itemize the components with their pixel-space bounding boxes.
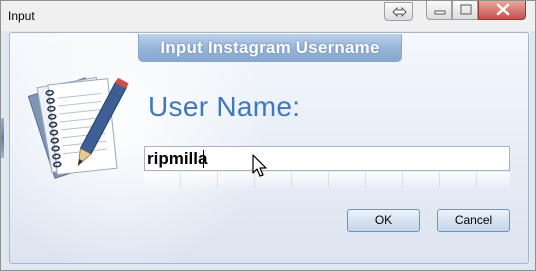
cancel-button[interactable]: Cancel <box>437 209 510 232</box>
ok-button[interactable]: OK <box>347 209 420 232</box>
title-bar[interactable]: Input <box>1 1 535 31</box>
dialog-header-tab: Input Instagram Username <box>138 34 402 62</box>
username-label: User Name: <box>148 91 301 122</box>
mouse-pointer-icon <box>252 154 267 177</box>
maximize-button[interactable] <box>452 1 478 20</box>
username-field[interactable] <box>144 146 510 171</box>
notepad-pencil-icon <box>27 76 129 179</box>
dialog-header: Input Instagram Username <box>160 38 380 57</box>
text-caret <box>203 150 204 168</box>
double-arrow-icon <box>392 6 407 18</box>
window-edge-accent <box>1 118 4 158</box>
window-title: Input <box>8 9 35 23</box>
maximize-icon <box>460 4 472 15</box>
minimize-button[interactable] <box>426 1 452 20</box>
close-icon <box>496 3 510 16</box>
minimize-icon <box>434 10 446 15</box>
username-input[interactable] <box>147 148 505 169</box>
input-window: Input Input Instagram Username User Name… <box>0 0 536 271</box>
resize-button[interactable] <box>384 2 413 21</box>
dialog-panel: Input Instagram Username User Name: ripm… <box>9 32 529 264</box>
close-button[interactable] <box>478 1 526 20</box>
field-reflection <box>144 172 510 192</box>
